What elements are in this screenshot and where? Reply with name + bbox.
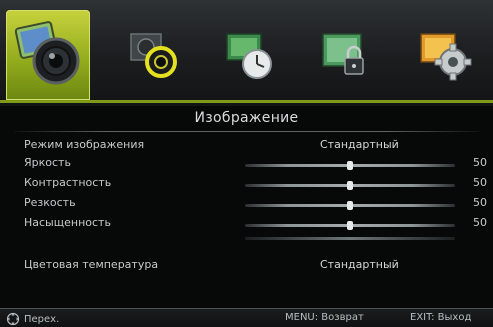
gear-icon xyxy=(420,33,472,81)
sharpness-slider[interactable] xyxy=(245,201,455,210)
brightness-value: 50 xyxy=(473,156,487,169)
picture-mode-label: Режим изображения xyxy=(24,138,145,151)
picture-mode-value: Стандартный xyxy=(320,138,399,151)
contrast-value: 50 xyxy=(473,176,487,189)
camera-lens-icon xyxy=(14,21,80,85)
sharpness-row[interactable]: Резкость 50 xyxy=(0,196,493,214)
contrast-slider[interactable] xyxy=(245,181,455,190)
color-temperature-label: Цветовая температура xyxy=(24,258,159,271)
footer-hint-bar: Перех. MENU: Возврат EXIT: Выход xyxy=(0,308,493,327)
tab-time[interactable] xyxy=(206,10,290,100)
saturation-row[interactable]: Насыщенность 50 xyxy=(0,216,493,234)
contrast-label: Контрастность xyxy=(24,176,112,189)
contrast-slider-thumb[interactable] xyxy=(347,181,353,190)
tab-lock[interactable] xyxy=(304,10,388,100)
active-tab-underline xyxy=(0,100,493,103)
page-title: Изображение xyxy=(194,110,299,126)
brightness-row[interactable]: Яркость 50 xyxy=(0,156,493,174)
tab-picture[interactable] xyxy=(6,10,90,100)
brightness-label: Яркость xyxy=(24,156,71,169)
brightness-slider[interactable] xyxy=(245,161,455,170)
menu-back-hint: MENU: Возврат xyxy=(285,312,364,323)
menu-tab-strip xyxy=(0,0,493,106)
clock-icon xyxy=(226,33,272,79)
tab-setup[interactable] xyxy=(404,10,488,100)
saturation-label: Насыщенность xyxy=(24,216,111,229)
picture-mode-row[interactable]: Режим изображения Стандартный xyxy=(0,138,493,156)
title-divider xyxy=(14,131,479,132)
sharpness-slider-thumb[interactable] xyxy=(347,201,353,210)
contrast-row[interactable]: Контрастность 50 xyxy=(0,176,493,194)
color-temperature-row[interactable]: Цветовая температура Стандартный xyxy=(0,258,493,276)
tv-osd-menu: Изображение Режим изображения Стандартны… xyxy=(0,0,493,327)
sharpness-value: 50 xyxy=(473,196,487,209)
saturation-slider-thumb[interactable] xyxy=(347,221,353,230)
color-temperature-value: Стандартный xyxy=(320,258,399,271)
exit-hint: EXIT: Выход xyxy=(410,312,472,323)
brightness-slider-thumb[interactable] xyxy=(347,161,353,170)
tab-sound[interactable] xyxy=(112,10,196,100)
sharpness-label: Резкость xyxy=(24,196,76,209)
dpad-icon xyxy=(6,312,20,326)
saturation-value: 50 xyxy=(473,216,487,229)
saturation-slider[interactable] xyxy=(245,221,455,230)
lock-icon xyxy=(322,33,364,75)
navigate-hint-label: Перех. xyxy=(24,313,60,325)
hidden-option-slider xyxy=(245,237,455,240)
navigate-hint: Перех. xyxy=(6,312,59,326)
speaker-icon xyxy=(130,33,177,78)
